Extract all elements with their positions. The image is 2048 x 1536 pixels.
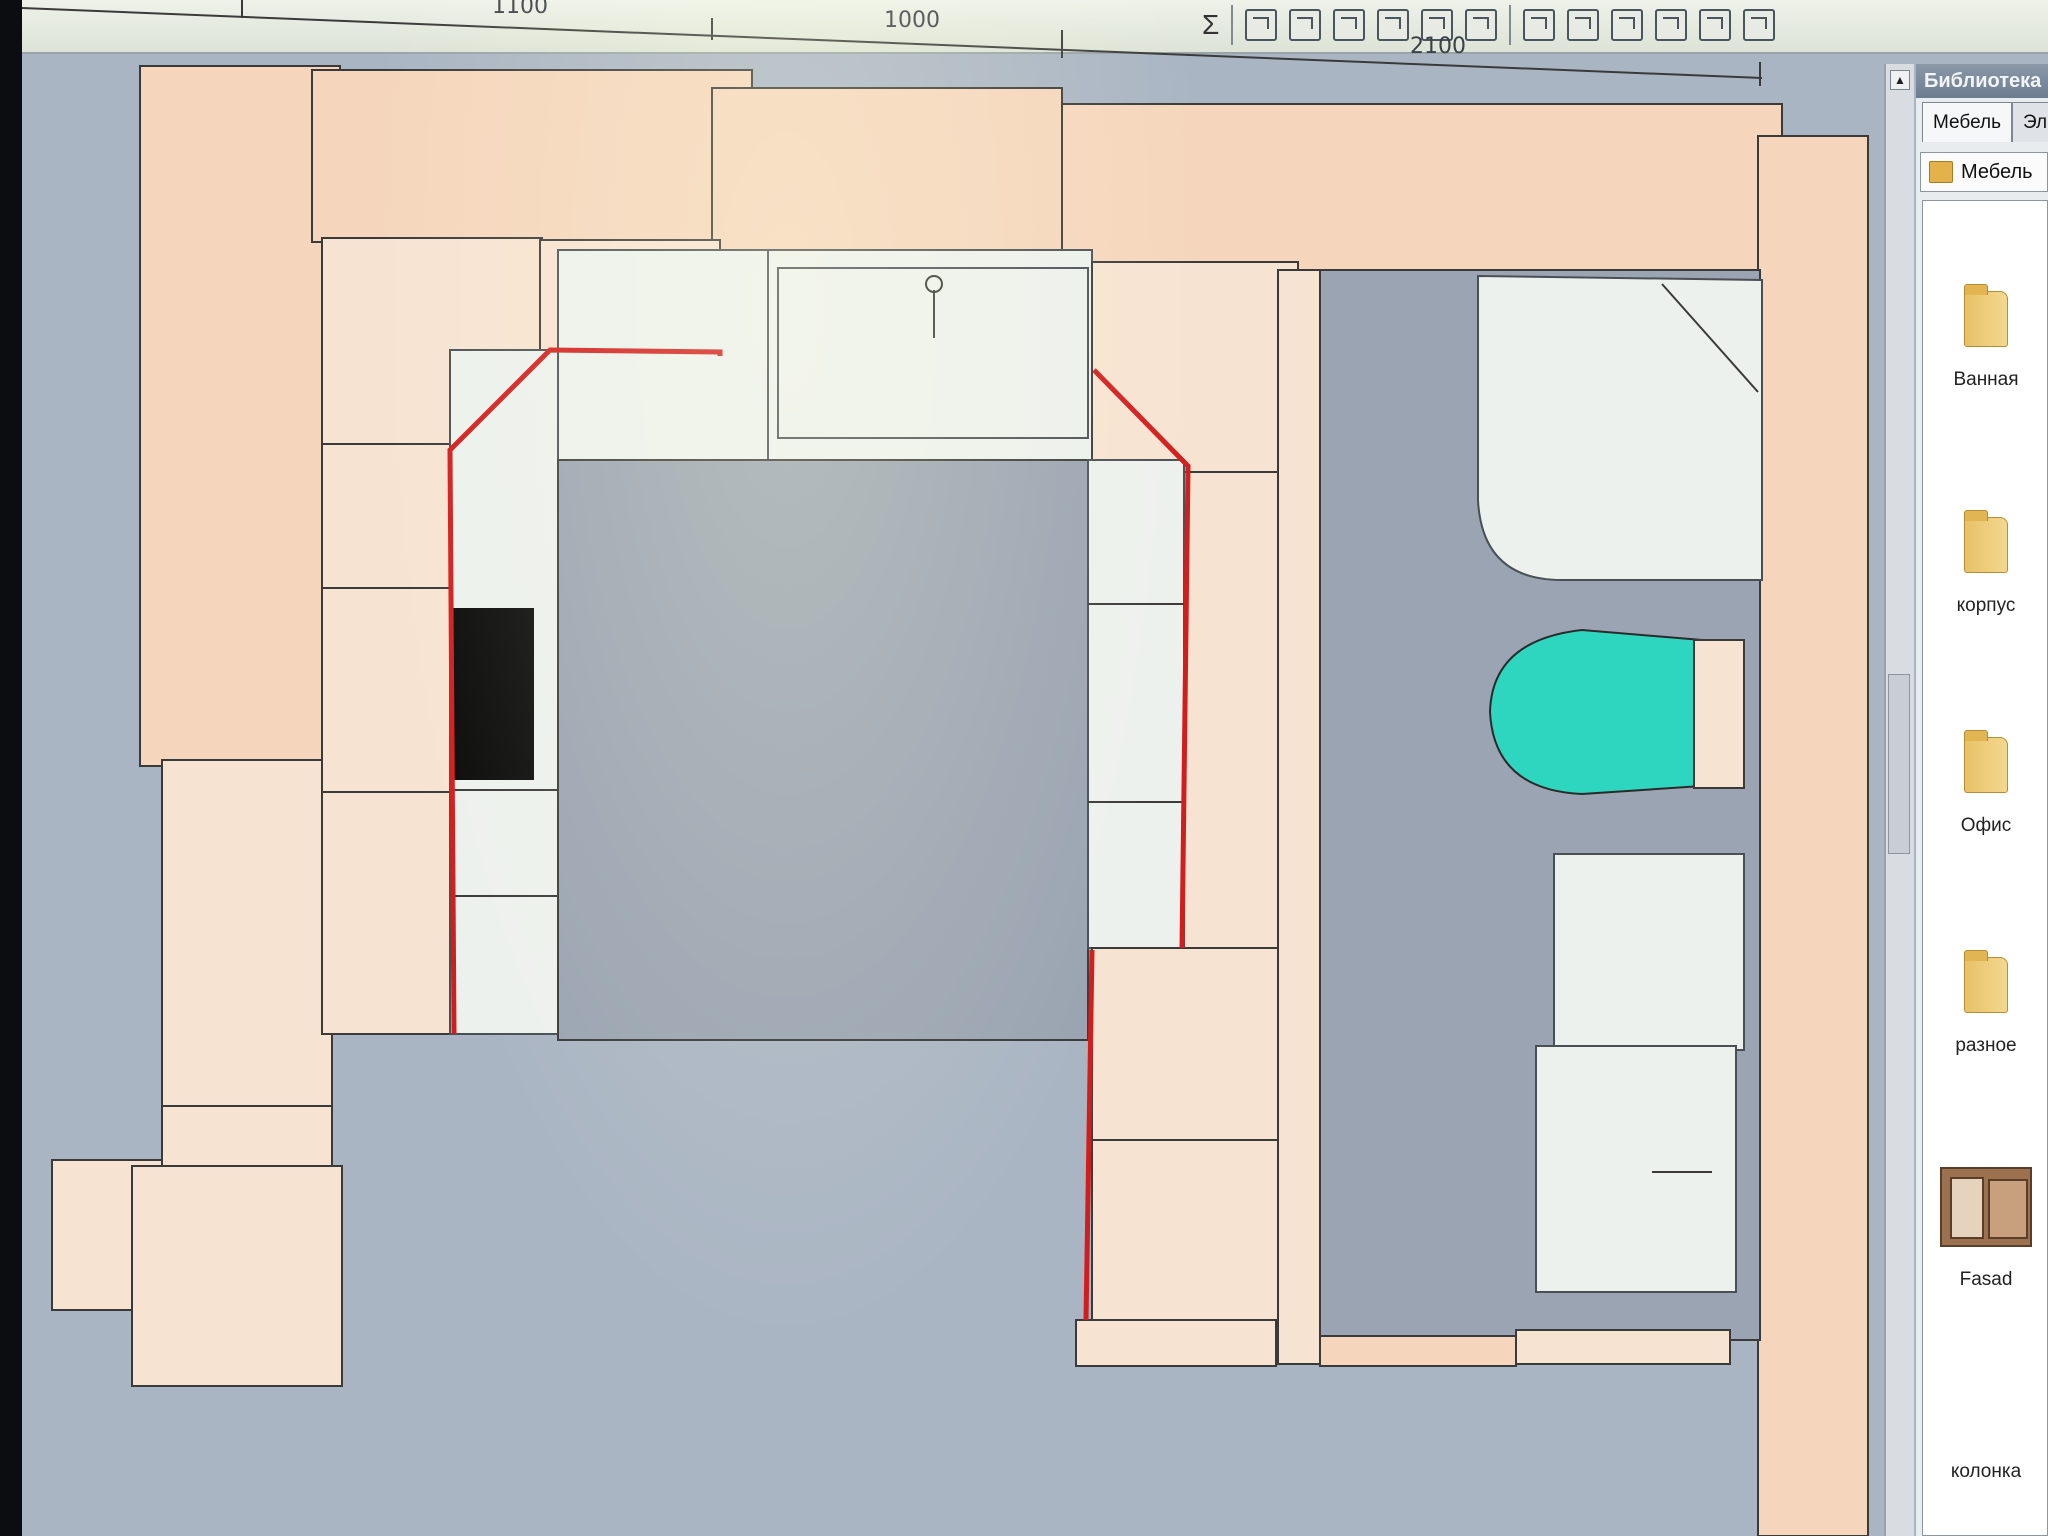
folder-icon bbox=[1964, 284, 2008, 347]
library-item-label: Fasad bbox=[1959, 1269, 2013, 1290]
ruler-label-2: 1000 bbox=[884, 8, 940, 33]
bath-plinth[interactable] bbox=[1515, 1329, 1731, 1365]
left-column-panel[interactable] bbox=[139, 65, 341, 767]
folder-icon bbox=[1964, 950, 2008, 1013]
ruler-label-3: 2100 bbox=[1410, 34, 1466, 59]
right-counter-depth[interactable] bbox=[1087, 459, 1185, 949]
folder-icon bbox=[1964, 510, 2008, 573]
top-wall-panel-3[interactable] bbox=[1061, 103, 1783, 283]
door-jamb-right[interactable] bbox=[131, 1165, 343, 1387]
top-wall-panel-1[interactable] bbox=[311, 69, 753, 243]
folder-icon bbox=[1929, 161, 1953, 183]
right-upper-cabinet[interactable] bbox=[1091, 261, 1299, 475]
library-item-label: Офис bbox=[1960, 815, 2012, 836]
toilet-tank[interactable] bbox=[1693, 639, 1745, 789]
library-item-bathroom[interactable]: Ванная bbox=[1923, 284, 2048, 391]
left-plinth[interactable] bbox=[161, 1105, 333, 1167]
scroll-up-arrow-icon[interactable]: ▲ bbox=[1890, 70, 1910, 90]
bathtub[interactable] bbox=[1477, 274, 1763, 581]
library-path-selector[interactable]: Мебель bbox=[1920, 152, 2048, 192]
library-item-label: корпус bbox=[1956, 595, 2016, 616]
bath-threshold[interactable] bbox=[1319, 1335, 1517, 1367]
tab-furniture[interactable]: Мебель bbox=[1922, 102, 2012, 142]
partition-wall[interactable] bbox=[1277, 269, 1321, 1365]
library-item-carcass[interactable]: корпус bbox=[1923, 510, 2048, 617]
scroll-thumb[interactable] bbox=[1888, 674, 1910, 854]
library-item-label: разное bbox=[1955, 1035, 2017, 1056]
sink-corner-block[interactable] bbox=[557, 249, 769, 461]
washer[interactable] bbox=[1553, 853, 1745, 1051]
ruler-label-1: 1100 bbox=[492, 0, 548, 19]
right-upper-side[interactable] bbox=[1183, 471, 1285, 949]
kitchen-floor[interactable] bbox=[557, 459, 1089, 1041]
left-lower-panel[interactable] bbox=[161, 759, 333, 1111]
right-wall-panel[interactable] bbox=[1757, 135, 1869, 1536]
right-plinth[interactable] bbox=[1075, 1319, 1277, 1367]
library-item-list: Ванная корпус Офис разное Fasad колонка bbox=[1922, 200, 2048, 1536]
vertical-scrollbar[interactable]: ▲ bbox=[1884, 64, 1914, 1536]
library-item-fasad[interactable]: Fasad bbox=[1923, 1167, 2048, 1291]
model-thumbnail-icon bbox=[1940, 1167, 2032, 1247]
library-title: Библиотека bbox=[1916, 64, 2048, 98]
folder-icon bbox=[1964, 730, 2008, 793]
left-drawer-2[interactable] bbox=[321, 587, 451, 793]
bath-cabinet[interactable] bbox=[1535, 1045, 1737, 1293]
library-item-label: колонка bbox=[1950, 1461, 2022, 1482]
left-drawer-1[interactable] bbox=[321, 443, 451, 589]
left-drawer-3[interactable] bbox=[321, 791, 451, 1035]
library-item-misc[interactable]: разное bbox=[1923, 950, 2048, 1057]
library-item-column[interactable]: колонка bbox=[1923, 1439, 2048, 1483]
library-path-label: Мебель bbox=[1961, 160, 2033, 183]
top-wall-panel-2[interactable] bbox=[711, 87, 1063, 261]
ruler: 1100 1000 2100 bbox=[22, 0, 1762, 70]
library-item-office[interactable]: Офис bbox=[1923, 730, 2048, 837]
right-lower-cabinet[interactable] bbox=[1091, 947, 1279, 1323]
app-screen: Σ 1100 1000 2100 ▲ Библиотека Мебель Эл … bbox=[22, 0, 2048, 1536]
floor-plan-canvas[interactable] bbox=[22, 0, 1882, 1536]
library-item-label: Ванная bbox=[1953, 369, 2019, 390]
library-tabs: Мебель Эле bbox=[1922, 102, 2048, 142]
tab-elements[interactable]: Эле bbox=[2011, 102, 2048, 142]
toilet-seat[interactable] bbox=[1488, 628, 1703, 796]
oven-opening bbox=[452, 608, 534, 780]
library-panel: Библиотека Мебель Эле Мебель Ванная корп… bbox=[1916, 64, 2048, 1536]
